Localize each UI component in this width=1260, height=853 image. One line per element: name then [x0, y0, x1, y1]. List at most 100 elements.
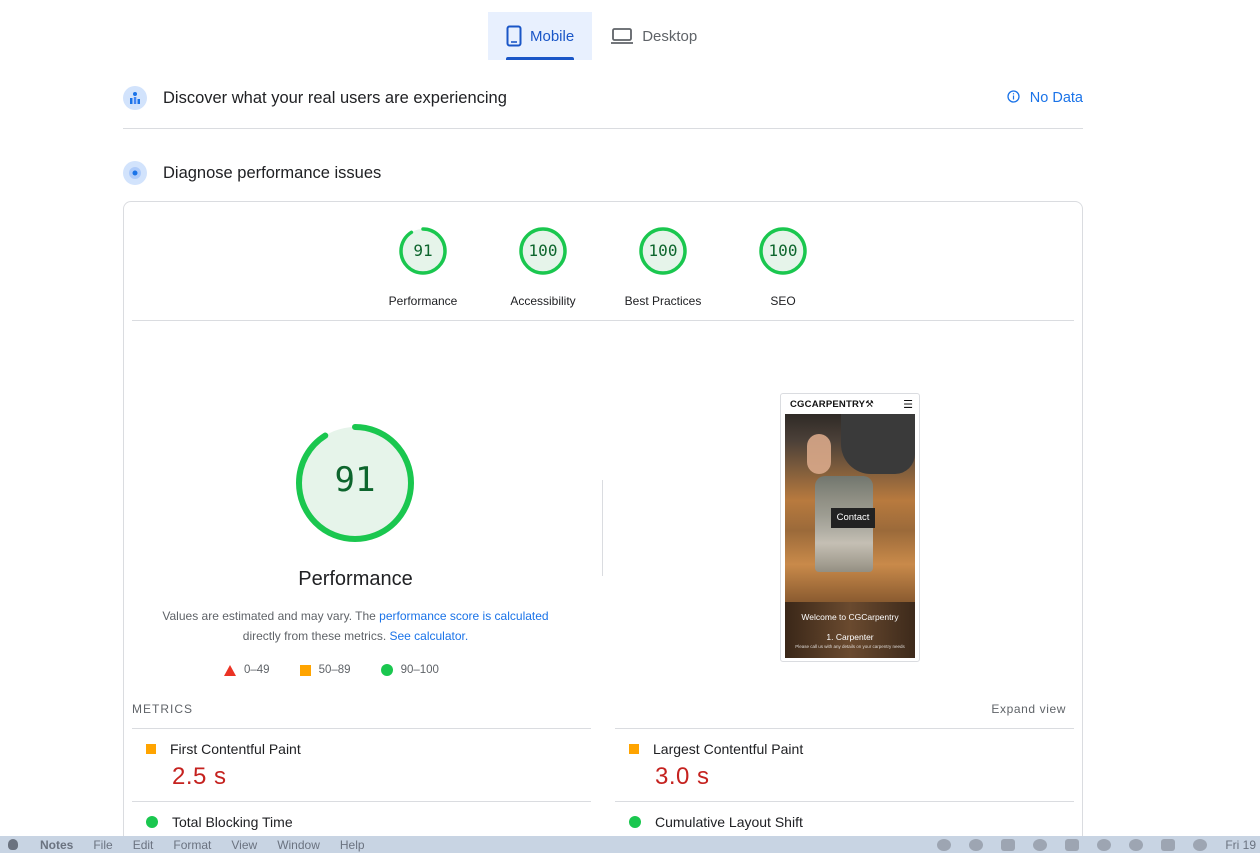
play-icon[interactable]: [1033, 838, 1048, 851]
macos-menu-bar: Notes File Edit Format View Window Help …: [0, 836, 1260, 853]
desc-prefix: Values are estimated and may vary. The: [162, 609, 380, 623]
metric-fcp-value: 2.5 s: [172, 763, 227, 790]
info-icon: [1007, 89, 1020, 107]
category-gauge-best-practices[interactable]: 100 Best Practices: [615, 226, 711, 308]
tab-desktop[interactable]: Desktop: [592, 12, 715, 60]
spotlight-search-icon[interactable]: [1129, 838, 1144, 851]
legend-average-range: 50–89: [318, 664, 351, 676]
gauge-score: 100: [528, 241, 558, 260]
vertical-divider: [602, 480, 603, 576]
tab-desktop-label: Desktop: [642, 27, 698, 45]
orange-square-icon: [146, 744, 156, 754]
metric-fcp-name-row: First Contentful Paint: [132, 729, 591, 757]
category-gauge-accessibility[interactable]: 100 Accessibility: [495, 226, 591, 308]
menu-file[interactable]: File: [93, 838, 112, 852]
gauge-label: Performance: [388, 294, 458, 308]
control-center-icon[interactable]: [1161, 838, 1176, 851]
legend-fail-range: 0–49: [244, 664, 270, 676]
legend-pass: 90–100: [380, 664, 439, 676]
app-badge-icon[interactable]: [1001, 838, 1016, 851]
apple-icon[interactable]: [8, 839, 18, 850]
preview-item: 1. Carpenter: [826, 632, 874, 642]
metrics-heading: METRICS: [132, 702, 193, 716]
gauge-ring: 91: [398, 226, 448, 276]
diagnose-icon: [123, 161, 147, 185]
gauge-label: Accessibility: [510, 294, 576, 308]
siri-icon[interactable]: [1193, 838, 1208, 851]
menubar-clock[interactable]: Fri 19: [1225, 838, 1256, 852]
gauge-ring: 100: [638, 226, 688, 276]
metric-cls: Cumulative Layout Shift: [615, 801, 1074, 830]
legend-fail: 0–49: [224, 664, 270, 676]
gauge-label: Best Practices: [624, 294, 702, 308]
legend-pass-range: 90–100: [400, 664, 439, 676]
section-divider: [123, 128, 1083, 129]
gauge-score: 100: [768, 241, 798, 260]
see-calculator-link[interactable]: See calculator.: [389, 629, 468, 643]
preview-hero-image: Contact: [785, 414, 915, 602]
metric-lcp-value: 3.0 s: [655, 763, 710, 790]
performance-title: Performance: [298, 568, 413, 590]
gauge-label: SEO: [770, 294, 796, 308]
preview-hand-shape: [807, 434, 831, 474]
category-gauge-performance[interactable]: 91 Performance: [375, 226, 471, 308]
menu-view[interactable]: View: [231, 838, 257, 852]
red-triangle-icon: [224, 664, 236, 676]
preview-arm-shape: [841, 414, 915, 474]
metric-lcp: Largest Contentful Paint 3.0 s: [615, 728, 1074, 791]
no-data-link[interactable]: No Data: [1007, 89, 1083, 107]
tab-mobile[interactable]: Mobile: [488, 12, 593, 60]
score-calculated-link[interactable]: performance score is calculated: [379, 609, 548, 623]
grammarly-icon[interactable]: [937, 838, 952, 851]
report-card: 91 Performance 100 Accessibility 100 Best Pra…: [123, 201, 1083, 853]
green-circle-icon: [380, 664, 393, 676]
preview-welcome: Welcome to CGCarpentry: [801, 612, 899, 622]
performance-description: Values are estimated and may vary. The p…: [144, 606, 567, 646]
metric-tbt-name: Total Blocking Time: [172, 814, 293, 830]
preview-footer: Welcome to CGCarpentry 1. Carpenter Plea…: [785, 602, 915, 658]
metrics-header: METRICS Expand view: [132, 702, 1066, 716]
gauge-ring: 100: [518, 226, 568, 276]
green-circle-icon: [629, 816, 641, 828]
metric-tbt: Total Blocking Time: [132, 801, 591, 830]
wifi-icon[interactable]: [1097, 838, 1112, 851]
orange-square-icon: [629, 744, 639, 754]
metric-tbt-name-row: Total Blocking Time: [132, 802, 591, 830]
menu-format[interactable]: Format: [173, 838, 211, 852]
pagespeed-report: Mobile Desktop Discover what your real u…: [0, 0, 1260, 853]
category-gauges: 91 Performance 100 Accessibility 100 Best Pra…: [124, 226, 1082, 308]
hamburger-menu-icon: ☰: [903, 398, 913, 411]
desc-middle: directly from these metrics.: [242, 629, 390, 643]
hammer-icon: ⚒: [865, 398, 874, 410]
metric-fcp-name: First Contentful Paint: [170, 741, 301, 757]
preview-contact-button: Contact: [831, 508, 875, 528]
field-data-title: Discover what your real users are experi…: [163, 88, 507, 107]
gauges-divider: [132, 320, 1074, 321]
expand-view-toggle[interactable]: Expand view: [991, 702, 1066, 716]
gauge-ring: 100: [758, 226, 808, 276]
users-chart-icon: [123, 86, 147, 110]
gauge-score: 100: [648, 241, 678, 260]
no-data-label: No Data: [1029, 90, 1083, 106]
gauge-score: 91: [413, 241, 433, 260]
lab-data-title: Diagnose performance issues: [163, 163, 382, 182]
performance-score: 91: [334, 460, 376, 500]
category-gauge-seo[interactable]: 100 SEO: [735, 226, 831, 308]
legend-average: 50–89: [299, 664, 351, 676]
score-legend: 0–49 50–89 90–100: [224, 664, 439, 676]
preview-tiny-text: Please call us with any details on your …: [795, 644, 905, 649]
device-tabs: Mobile Desktop: [488, 12, 715, 60]
battery-icon[interactable]: [1065, 838, 1080, 851]
menu-window[interactable]: Window: [277, 838, 320, 852]
menu-edit[interactable]: Edit: [133, 838, 154, 852]
green-circle-icon: [146, 816, 158, 828]
menubar-status-area: Fri 19: [937, 838, 1260, 852]
sync-icon[interactable]: [969, 838, 984, 851]
metric-cls-name-row: Cumulative Layout Shift: [615, 802, 1074, 830]
menu-help[interactable]: Help: [340, 838, 365, 852]
page-screenshot[interactable]: CGCARPENTRY⚒ ☰ Contact Welcome to CGCarp…: [780, 393, 920, 662]
field-data-section: Discover what your real users are experi…: [123, 84, 1083, 112]
preview-header: CGCARPENTRY⚒ ☰: [781, 394, 919, 414]
menubar-app-name[interactable]: Notes: [40, 838, 73, 852]
preview-brand-text: CGCARPENTRY: [790, 398, 866, 410]
